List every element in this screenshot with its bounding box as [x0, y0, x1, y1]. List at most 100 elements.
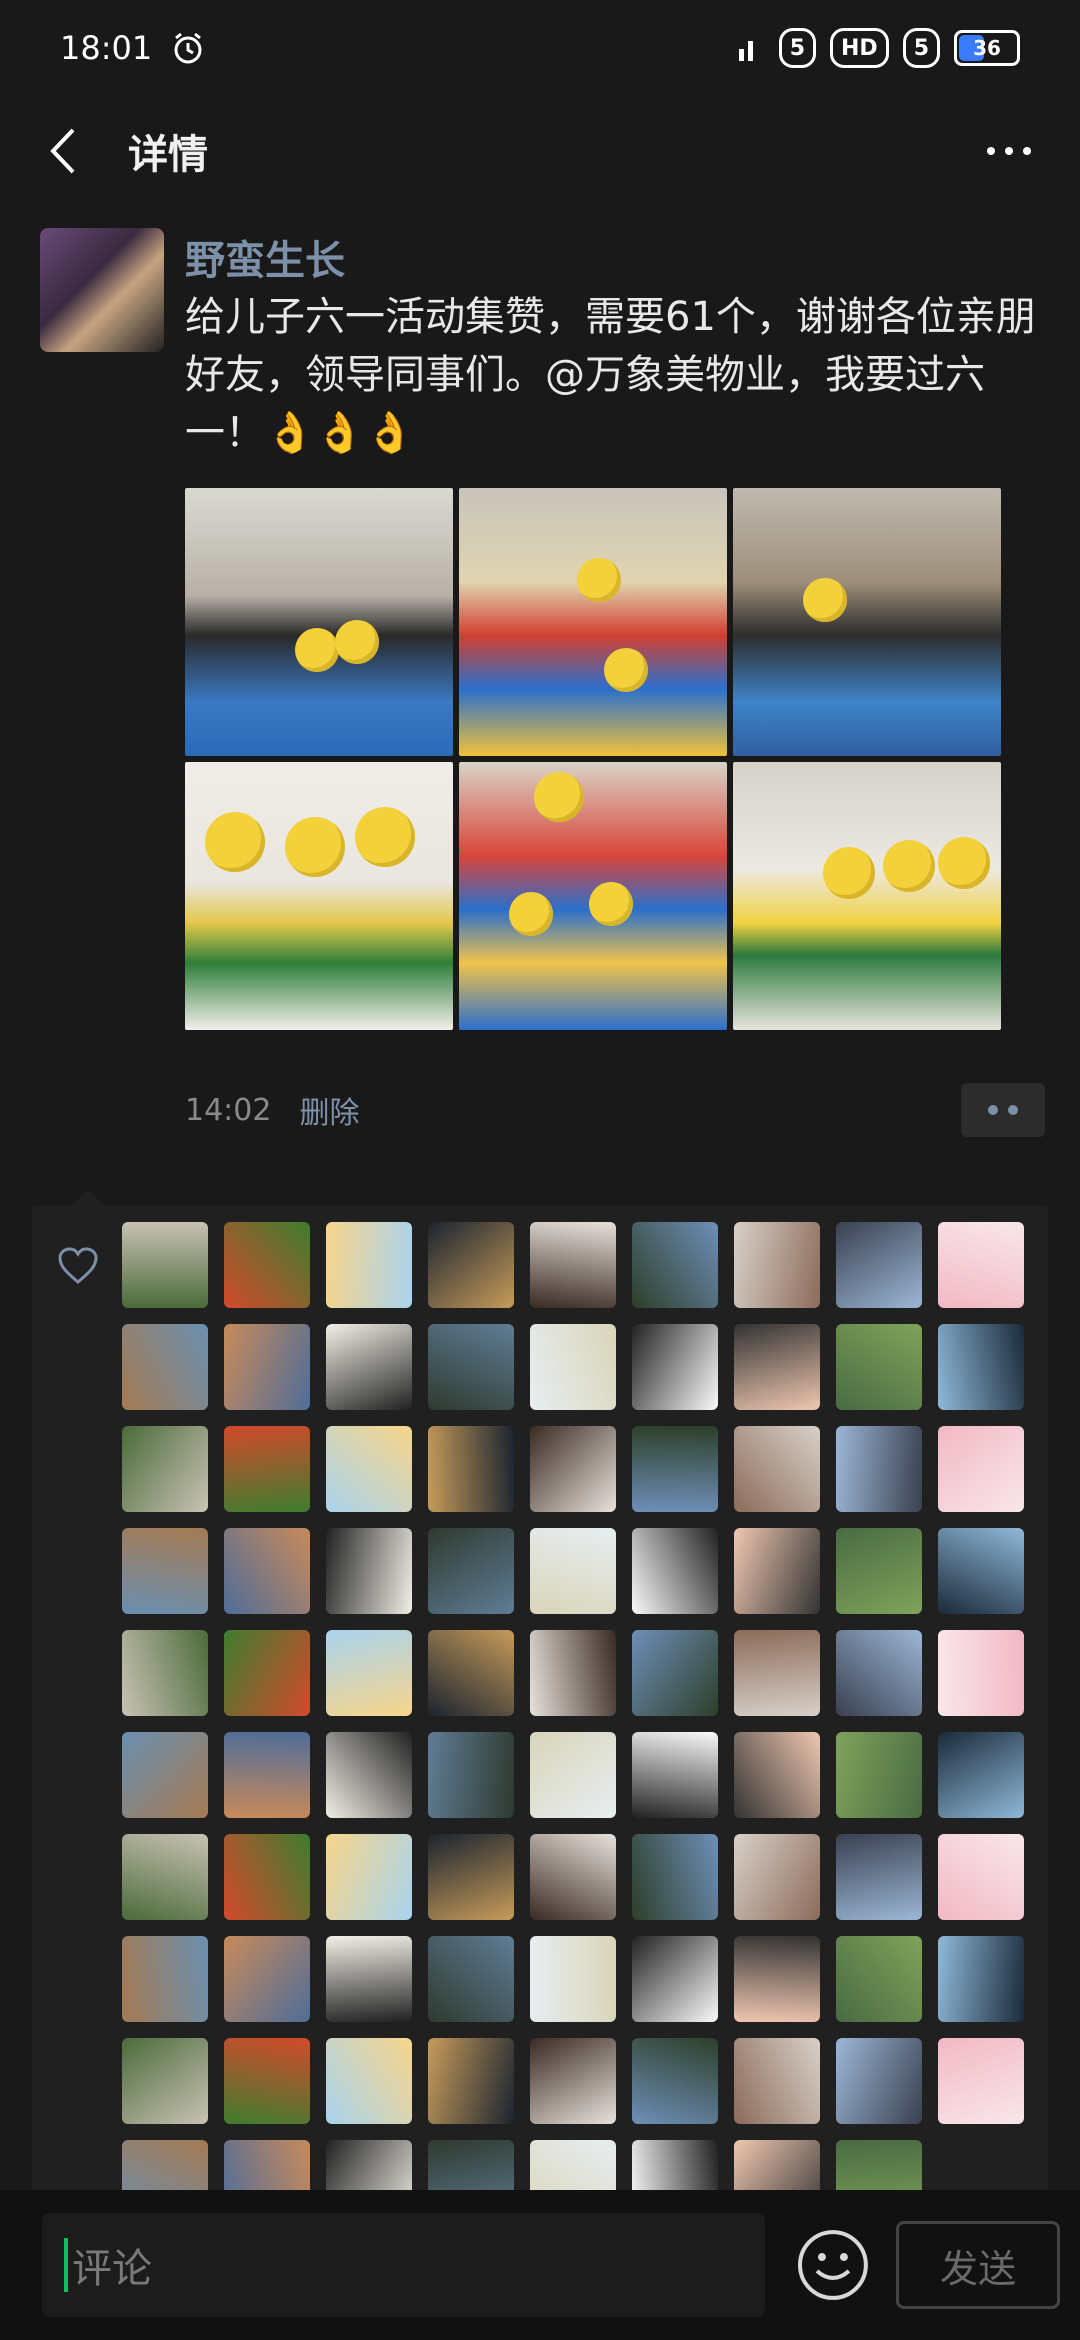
- liker-avatar[interactable]: [122, 1426, 208, 1512]
- liker-avatar[interactable]: [122, 1834, 208, 1920]
- more-dot: [1023, 147, 1031, 155]
- liker-avatar[interactable]: [734, 1834, 820, 1920]
- liker-avatar[interactable]: [836, 1732, 922, 1818]
- battery-level: 36: [973, 36, 1001, 60]
- author-avatar[interactable]: [40, 228, 164, 352]
- post-photo[interactable]: [733, 488, 1001, 756]
- liker-avatar[interactable]: [734, 1732, 820, 1818]
- liker-avatar[interactable]: [326, 1936, 412, 2022]
- liker-avatar[interactable]: [836, 1426, 922, 1512]
- liker-avatar[interactable]: [530, 1834, 616, 1920]
- liker-avatar[interactable]: [632, 1936, 718, 2022]
- liker-avatar[interactable]: [836, 1222, 922, 1308]
- liker-avatar[interactable]: [428, 1834, 514, 1920]
- liker-avatar[interactable]: [938, 1936, 1024, 2022]
- liker-avatar[interactable]: [326, 1324, 412, 1410]
- author-name[interactable]: 野蛮生长: [185, 228, 345, 286]
- liker-avatar[interactable]: [326, 1426, 412, 1512]
- liker-avatar[interactable]: [326, 1222, 412, 1308]
- liker-avatar[interactable]: [938, 1222, 1024, 1308]
- liker-avatar[interactable]: [428, 2038, 514, 2124]
- post-photo[interactable]: [185, 488, 453, 756]
- liker-avatar[interactable]: [632, 1426, 718, 1512]
- liker-avatar[interactable]: [122, 1324, 208, 1410]
- send-button[interactable]: 发送: [896, 2221, 1060, 2309]
- liker-avatar[interactable]: [836, 1630, 922, 1716]
- liker-avatar[interactable]: [530, 1732, 616, 1818]
- liker-avatar[interactable]: [632, 1630, 718, 1716]
- liker-avatar[interactable]: [224, 1834, 310, 1920]
- liker-avatar[interactable]: [224, 1630, 310, 1716]
- post-photo[interactable]: [459, 762, 727, 1030]
- liker-avatar[interactable]: [938, 1528, 1024, 1614]
- liker-avatar[interactable]: [530, 2038, 616, 2124]
- comment-input[interactable]: 评论: [42, 2213, 765, 2317]
- delete-button[interactable]: 删除: [299, 1088, 359, 1132]
- liker-avatar[interactable]: [836, 1528, 922, 1614]
- liker-avatar[interactable]: [836, 1936, 922, 2022]
- liker-avatar[interactable]: [122, 1732, 208, 1818]
- liker-avatar[interactable]: [326, 1834, 412, 1920]
- liker-avatar[interactable]: [122, 1222, 208, 1308]
- liker-avatar[interactable]: [530, 1528, 616, 1614]
- liker-avatar[interactable]: [428, 1324, 514, 1410]
- liker-avatar[interactable]: [938, 1426, 1024, 1512]
- liker-avatar[interactable]: [734, 1528, 820, 1614]
- liker-avatar[interactable]: [122, 1936, 208, 2022]
- liker-avatar[interactable]: [938, 2038, 1024, 2124]
- liker-avatar[interactable]: [734, 1426, 820, 1512]
- liker-avatar[interactable]: [632, 1732, 718, 1818]
- liker-avatar[interactable]: [836, 1834, 922, 1920]
- liker-avatar[interactable]: [224, 1936, 310, 2022]
- post-photo[interactable]: [459, 488, 727, 756]
- liker-avatar[interactable]: [836, 2038, 922, 2124]
- liker-avatar[interactable]: [122, 1528, 208, 1614]
- liker-avatar[interactable]: [224, 1222, 310, 1308]
- liker-avatar[interactable]: [530, 1426, 616, 1512]
- liker-avatar[interactable]: [734, 1324, 820, 1410]
- liker-avatar[interactable]: [632, 1324, 718, 1410]
- liker-avatar[interactable]: [734, 1936, 820, 2022]
- liker-avatar[interactable]: [428, 1222, 514, 1308]
- liker-avatar[interactable]: [326, 1732, 412, 1818]
- liker-avatar[interactable]: [428, 1426, 514, 1512]
- liker-avatar[interactable]: [938, 1630, 1024, 1716]
- liker-avatar[interactable]: [224, 2038, 310, 2124]
- liker-avatar[interactable]: [224, 1324, 310, 1410]
- liker-avatar[interactable]: [224, 1528, 310, 1614]
- liker-avatar[interactable]: [632, 2038, 718, 2124]
- signal-icon: [738, 41, 753, 61]
- liker-avatar[interactable]: [224, 1426, 310, 1512]
- liker-avatar[interactable]: [938, 1834, 1024, 1920]
- liker-avatar[interactable]: [530, 1630, 616, 1716]
- liker-avatar[interactable]: [938, 1324, 1024, 1410]
- liker-avatar[interactable]: [326, 2038, 412, 2124]
- liker-avatar[interactable]: [428, 1732, 514, 1818]
- liker-avatar[interactable]: [938, 1732, 1024, 1818]
- liker-avatar[interactable]: [734, 1222, 820, 1308]
- heart-icon: [58, 1247, 98, 1284]
- post-photo[interactable]: [733, 762, 1001, 1030]
- liker-avatar[interactable]: [632, 1528, 718, 1614]
- liker-avatar[interactable]: [530, 1222, 616, 1308]
- liker-avatar[interactable]: [326, 1528, 412, 1614]
- liker-avatar[interactable]: [428, 1936, 514, 2022]
- liker-avatar[interactable]: [326, 1630, 412, 1716]
- back-button[interactable]: [36, 125, 88, 177]
- liker-avatar[interactable]: [428, 1630, 514, 1716]
- liker-avatar[interactable]: [734, 2038, 820, 2124]
- more-button[interactable]: [974, 131, 1044, 171]
- like-comment-button[interactable]: [961, 1083, 1045, 1137]
- liker-avatar[interactable]: [224, 1732, 310, 1818]
- liker-avatar[interactable]: [122, 1630, 208, 1716]
- post-photo[interactable]: [185, 762, 453, 1030]
- liker-avatar[interactable]: [632, 1834, 718, 1920]
- liker-avatar[interactable]: [428, 1528, 514, 1614]
- liker-avatar[interactable]: [734, 1630, 820, 1716]
- liker-avatar[interactable]: [836, 1324, 922, 1410]
- liker-avatar[interactable]: [122, 2038, 208, 2124]
- smiley-icon[interactable]: [795, 2227, 871, 2303]
- liker-avatar[interactable]: [530, 1936, 616, 2022]
- liker-avatar[interactable]: [530, 1324, 616, 1410]
- liker-avatar[interactable]: [632, 1222, 718, 1308]
